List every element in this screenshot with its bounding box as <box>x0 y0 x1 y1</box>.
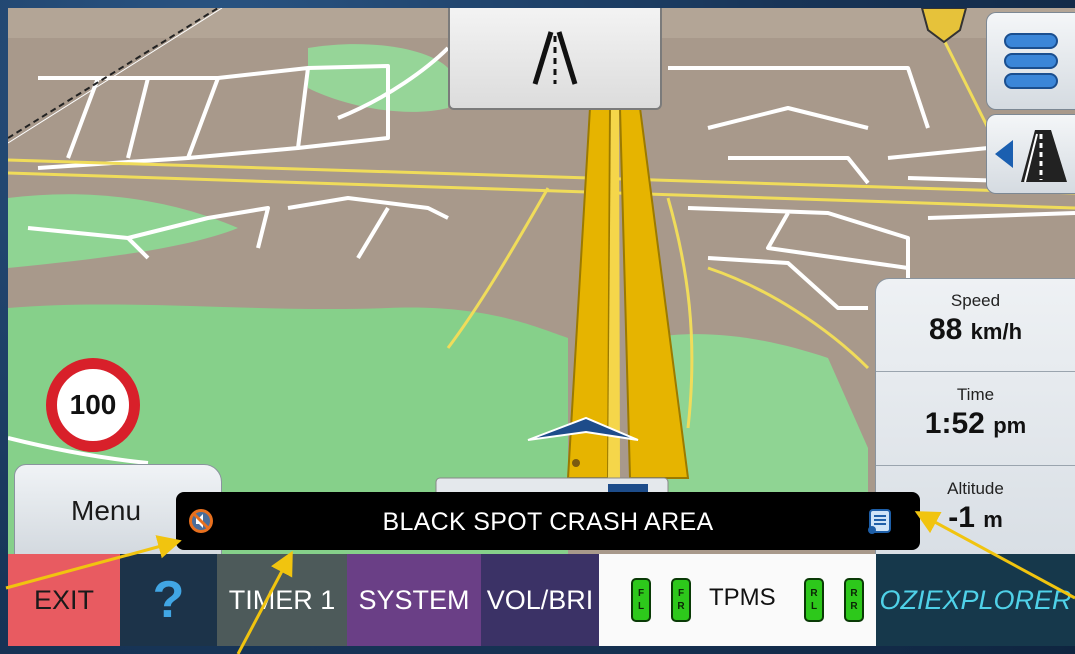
alert-message: BLACK SPOT CRASH AREA <box>382 508 714 536</box>
tire-rear-left-indicator: R L <box>804 578 824 622</box>
timer-button[interactable]: TIMER 1 <box>217 554 347 646</box>
divider <box>876 371 1075 372</box>
tire-label: F <box>637 588 645 599</box>
tire-label: R <box>850 588 858 599</box>
navigation-screen: Speed 88 km/h Time 1:52 pm Altitude -1 m… <box>8 8 1075 646</box>
tire-label: R <box>810 588 818 599</box>
time-unit: pm <box>993 413 1027 438</box>
lane-view-icon <box>995 130 1067 183</box>
oziexplorer-label: OZIEXPLORER <box>879 584 1072 615</box>
time-readout: Time 1:52 pm <box>876 385 1075 441</box>
time-value: 1:52 <box>924 407 985 440</box>
vol-bri-label: VOL/BRI <box>486 584 594 615</box>
tire-label: R <box>850 601 858 612</box>
speed-unit: km/h <box>970 319 1023 344</box>
lane-view-button[interactable] <box>986 114 1075 194</box>
altitude-unit: m <box>983 507 1003 532</box>
tpms-label: TPMS <box>709 584 776 611</box>
alert-bar[interactable]: BLACK SPOT CRASH AREA <box>176 492 920 550</box>
system-button[interactable]: SYSTEM <box>347 554 481 646</box>
volume-brightness-button[interactable]: VOL/BRI <box>481 554 599 646</box>
tire-label: L <box>810 601 818 612</box>
speed-limit-value: 100 <box>69 389 117 420</box>
tire-label: F <box>677 588 685 599</box>
speed-label: Speed <box>950 291 1001 310</box>
oziexplorer-button[interactable]: OZIEXPLORER <box>876 554 1075 646</box>
exit-label: EXIT <box>33 584 94 615</box>
help-button[interactable]: ? <box>120 554 217 646</box>
scroll-document-icon[interactable] <box>866 506 896 536</box>
speed-limit-sign: 100 <box>46 358 140 452</box>
tire-rear-right-indicator: R R <box>844 578 864 622</box>
tire-front-left-indicator: F L <box>631 578 651 622</box>
altitude-value: -1 <box>948 501 975 534</box>
lane-arrows-icon <box>532 31 578 85</box>
divider <box>876 465 1075 466</box>
tpms-button[interactable]: F L F R TPMS R L R R <box>599 554 876 646</box>
menu-label: Menu <box>71 495 142 526</box>
tire-label: L <box>637 601 645 612</box>
time-label: Time <box>956 385 995 404</box>
system-label: SYSTEM <box>358 584 470 615</box>
tire-front-right-indicator: F R <box>671 578 691 622</box>
tire-label: R <box>677 601 685 612</box>
help-icon: ? <box>152 571 185 629</box>
speed-value: 88 <box>928 313 963 346</box>
speed-readout: Speed 88 km/h <box>876 291 1075 347</box>
bottom-toolbar: EXIT ? TIMER 1 SYSTEM VOL/BRI F L F R TP… <box>8 554 1075 646</box>
main-menu-button[interactable] <box>986 12 1075 110</box>
hamburger-menu-icon <box>1004 33 1058 89</box>
exit-button[interactable]: EXIT <box>8 554 120 646</box>
timer-label: TIMER 1 <box>228 584 336 615</box>
lane-guidance-panel[interactable] <box>448 8 662 110</box>
